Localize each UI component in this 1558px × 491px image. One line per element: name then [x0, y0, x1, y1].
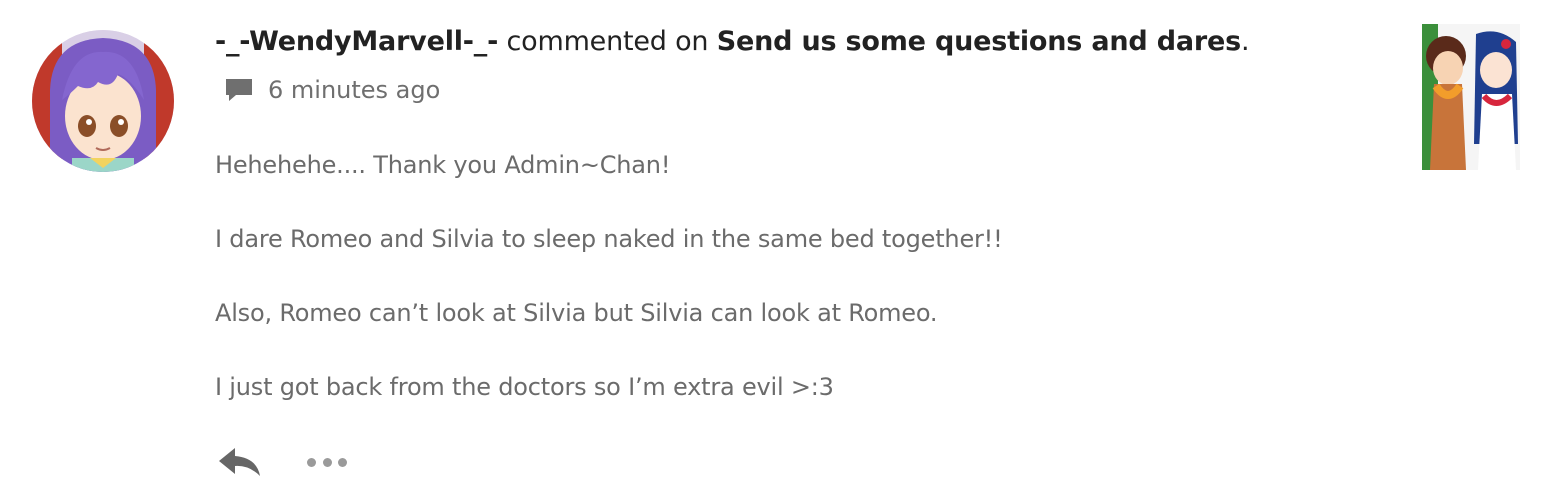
comment-bubble-icon — [224, 77, 254, 103]
comment-actions — [217, 446, 347, 478]
comment-paragraph: Also, Romeo can’t look at Silvia but Sil… — [215, 299, 938, 327]
timestamp: 6 minutes ago — [268, 76, 441, 104]
more-options-icon — [307, 457, 316, 467]
reply-button[interactable] — [217, 446, 263, 478]
comment-header: -_-WendyMarvell-_- commented on Send us … — [215, 26, 1250, 57]
comment-paragraph: I dare Romeo and Silvia to sleep naked i… — [215, 225, 1003, 253]
more-options-icon — [322, 457, 332, 467]
title-suffix: . — [1240, 26, 1250, 57]
story-title-link[interactable]: Send us some questions and dares — [717, 26, 1241, 57]
more-options-button[interactable] — [307, 452, 347, 472]
reply-arrow-icon — [219, 448, 260, 476]
comment-paragraph: I just got back from the doctors so I’m … — [215, 373, 834, 401]
username-link[interactable]: -_-WendyMarvell-_- — [215, 26, 498, 57]
action-text: commented on — [498, 26, 717, 57]
comment-body: Hehehehe.... Thank you Admin~Chan! I dar… — [215, 148, 1365, 444]
more-options-icon — [338, 457, 347, 467]
story-cover-thumbnail[interactable] — [1422, 24, 1520, 170]
comment-paragraph: Hehehehe.... Thank you Admin~Chan! — [215, 151, 671, 179]
comment-meta: 6 minutes ago — [224, 76, 440, 104]
user-avatar[interactable] — [32, 30, 174, 172]
